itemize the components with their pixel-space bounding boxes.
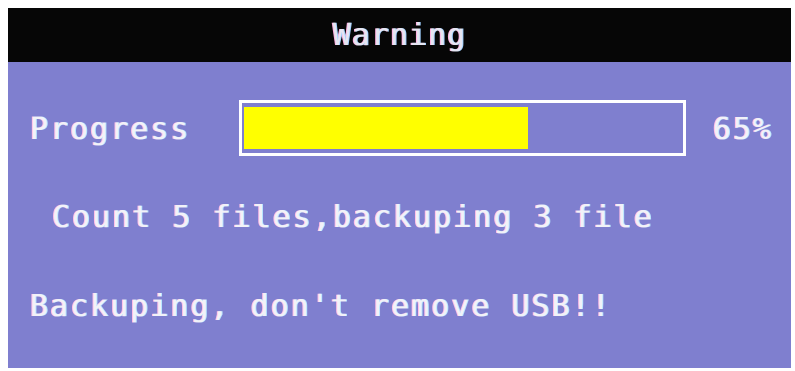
file-count-status: Count 5 files,backuping 3 file bbox=[52, 200, 654, 235]
warning-dialog: Warning Progress 65% Count 5 files,backu… bbox=[8, 8, 791, 368]
remove-usb-warning: Backuping, don't remove USB!! bbox=[30, 289, 612, 324]
progress-percent: 65% bbox=[712, 112, 773, 147]
progress-bar-fill bbox=[244, 107, 528, 149]
title-bar: Warning bbox=[8, 8, 791, 62]
progress-label: Progress bbox=[30, 112, 191, 147]
dialog-title: Warning bbox=[332, 17, 467, 53]
progress-bar bbox=[239, 100, 686, 156]
